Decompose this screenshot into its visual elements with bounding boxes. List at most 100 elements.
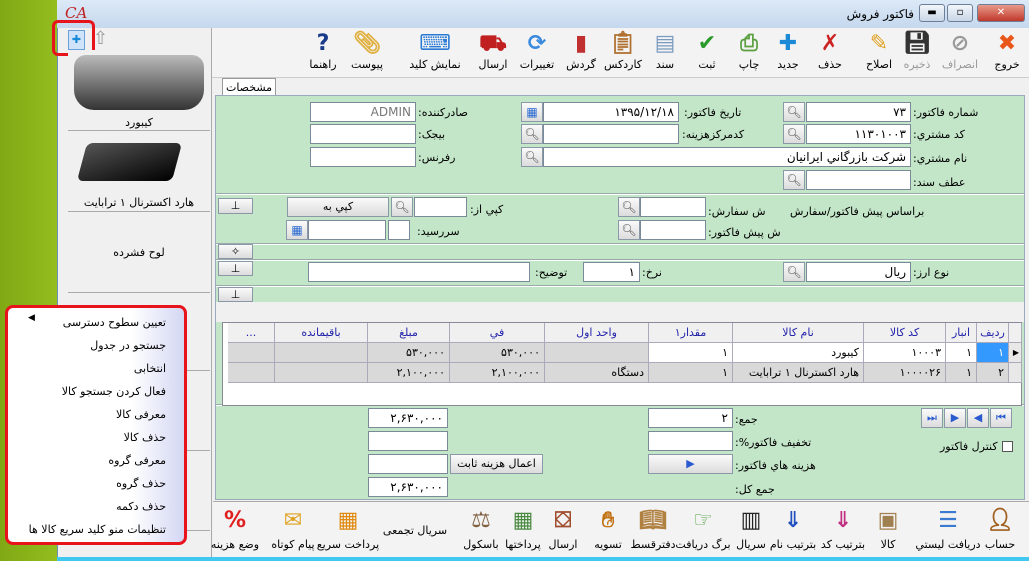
row-indicator[interactable]: ▶ <box>1009 343 1022 363</box>
search-icon[interactable]: 🔍︎ <box>391 197 413 217</box>
context-menu-item[interactable]: معرفی گروه <box>108 454 166 467</box>
maximize-button[interactable]: ▫ <box>947 4 973 22</box>
cost-center-input[interactable] <box>543 124 679 144</box>
bottom-button-accountant[interactable]: 👤︎ حساب <box>977 504 1023 558</box>
search-icon[interactable]: 🔍︎ <box>618 220 640 240</box>
grid-cell[interactable]: ۵۳۰,۰۰۰ <box>450 343 545 363</box>
context-menu-item[interactable]: جستجو در جدول <box>90 339 166 352</box>
pin-button[interactable]: ⊥ <box>218 261 253 276</box>
grid-header[interactable]: کد کالا <box>864 323 946 343</box>
grid-header[interactable]: في <box>450 323 545 343</box>
prev-record-button[interactable]: ◀ <box>967 408 989 428</box>
invoice-date-input[interactable]: ۱۳۹۵/۱۲/۱۸ <box>543 102 679 122</box>
search-icon[interactable]: 🔍︎ <box>783 262 805 282</box>
bijak-input[interactable] <box>310 124 416 144</box>
doc-ref-input[interactable] <box>806 170 911 190</box>
reference-input[interactable] <box>310 147 416 167</box>
bottom-button-list-receive[interactable]: ☰ دریافت لیستي <box>915 504 980 558</box>
toolbar-button-paperclip[interactable]: 📎︎ پیوست <box>347 30 387 78</box>
close-button[interactable]: ✕ <box>977 4 1025 22</box>
bottom-button-percent[interactable]: % وضع هزینه <box>211 504 259 558</box>
grid-header[interactable]: نام کالا <box>733 323 864 343</box>
grid-cell[interactable] <box>228 363 275 383</box>
grid-cell[interactable] <box>228 343 275 363</box>
search-icon[interactable]: 🔍︎ <box>521 147 543 167</box>
search-icon[interactable]: 🔍︎ <box>618 197 640 217</box>
grid-header[interactable]: ... <box>228 323 275 343</box>
bottom-button-serial-aggregate[interactable]: سریال تجمعی <box>383 504 462 558</box>
grid-header[interactable]: رديف <box>977 323 1009 343</box>
grid-cell[interactable]: ۲ <box>977 363 1009 383</box>
grid-header[interactable]: باقيمانده <box>275 323 368 343</box>
due-days-input[interactable] <box>388 220 410 240</box>
context-menu-item[interactable]: معرفی کالا <box>116 408 166 421</box>
tile-external-hdd[interactable]: هارد اکسترنال ۱ ترابایت <box>68 131 210 212</box>
grid-cell[interactable]: ۱ <box>649 363 733 383</box>
grid-header[interactable]: انبار <box>946 323 977 343</box>
context-menu-item[interactable]: تنظیمات منو کلید سریع کالا ها <box>29 523 166 536</box>
search-icon[interactable]: 🔍︎ <box>783 102 805 122</box>
grid-cell[interactable]: ۱۰۰۰۳ <box>864 343 946 363</box>
first-record-button[interactable]: ⏮ <box>990 408 1012 428</box>
customer-name-input[interactable]: شرکت بازرگاني ايرانيان <box>543 147 911 167</box>
grid-header[interactable]: مبلغ <box>368 323 450 343</box>
context-menu-item[interactable]: حذف گروه <box>116 477 166 490</box>
toolbar-button-bar-chart[interactable]: ▮ گردش <box>561 30 601 78</box>
discount-input[interactable] <box>648 431 733 451</box>
due-date-input[interactable] <box>308 220 386 240</box>
search-icon[interactable]: 🔍︎ <box>521 124 543 144</box>
grid-header[interactable]: واحد اول <box>545 323 649 343</box>
grid-cell[interactable] <box>275 343 368 363</box>
context-menu-item[interactable]: حذف کالا <box>124 431 166 444</box>
toolbar-button-keyboard[interactable]: ⌨ نمایش کلید <box>409 30 460 78</box>
add-item-button[interactable]: ✚ <box>68 30 85 50</box>
apply-fixed-cost-button[interactable]: اعمال هزینه ثابت <box>450 454 543 474</box>
search-icon[interactable]: 🔍︎ <box>783 170 805 190</box>
calendar-icon[interactable]: ▦ <box>521 102 543 122</box>
toolbar-button-help[interactable]: ? راهنما <box>303 30 343 78</box>
grid-cell[interactable] <box>275 363 368 383</box>
invoice-no-input[interactable]: ۷۳ <box>806 102 911 122</box>
grid-cell[interactable]: ۱ <box>946 363 977 383</box>
description-input[interactable] <box>308 262 530 282</box>
pin-button[interactable]: ✧ <box>218 244 253 259</box>
grid-cell[interactable]: ۱ <box>649 343 733 363</box>
bottom-button-pos-terminal[interactable]: ▦ پرداخت سریع <box>317 504 379 558</box>
proforma-no-input[interactable] <box>640 220 706 240</box>
bottom-button-scale[interactable]: ⚖ باسکول <box>458 504 504 558</box>
minimize-button[interactable]: ▬ <box>919 4 945 22</box>
costs-expand-button[interactable]: ▶ <box>648 454 733 474</box>
pin-button[interactable]: ⊥ <box>218 198 253 214</box>
tab-details[interactable]: مشخصات <box>222 78 276 96</box>
toolbar-button-edit-pencil[interactable]: ✎ اصلاح <box>859 30 899 78</box>
search-icon[interactable]: 🔍︎ <box>783 124 805 144</box>
order-no-input[interactable] <box>640 197 706 217</box>
currency-input[interactable]: ريال <box>806 262 911 282</box>
pin-button[interactable]: ⊥ <box>218 287 253 302</box>
grid-cell[interactable]: ۲,۱۰۰,۰۰۰ <box>368 363 450 383</box>
invoice-control-checkbox[interactable] <box>1002 441 1013 452</box>
grid-header[interactable]: مقدار۱ <box>649 323 733 343</box>
tile-cd[interactable]: لوح فشرده <box>68 212 210 293</box>
context-menu-item[interactable]: تعیین سطوح دسترسی <box>63 316 166 329</box>
toolbar-button-truck[interactable]: ⛟ ارسال <box>473 30 513 78</box>
customer-code-input[interactable]: ۱۱۳۰۱۰۰۳ <box>806 124 911 144</box>
tile-keyboard[interactable]: کیبورد <box>68 50 210 131</box>
grid-cell[interactable]: ۵۳۰,۰۰۰ <box>368 343 450 363</box>
copy-to-button[interactable]: کپي به <box>287 197 389 217</box>
issuer-input[interactable]: ADMIN <box>310 102 416 122</box>
grid-cell[interactable]: ۲,۱۰۰,۰۰۰ <box>450 363 545 383</box>
context-menu-item[interactable]: انتخابی <box>134 362 166 375</box>
rate-input[interactable]: ۱ <box>583 262 640 282</box>
invoice-items-grid[interactable]: رديف انبار کد کالا نام کالا مقدار۱ واحد اول في… <box>222 322 1022 406</box>
grid-cell[interactable] <box>545 343 649 363</box>
grid-cell[interactable]: ۱۰۰۰۰۲۶ <box>864 363 946 383</box>
copy-from-input[interactable] <box>414 197 467 217</box>
bottom-button-sms[interactable]: ✉ پیام کوتاه <box>270 504 316 558</box>
last-record-button[interactable]: ⏭ <box>921 408 943 428</box>
toolbar-button-close-x[interactable]: ✖ خروج <box>987 30 1027 78</box>
up-arrow-button[interactable]: ⇧ <box>93 28 108 49</box>
toolbar-button-refresh[interactable]: ⟳ تغییرات <box>517 30 557 78</box>
grid-cell[interactable]: کیبورد <box>733 343 864 363</box>
context-menu-item[interactable]: حذف دکمه <box>116 500 166 513</box>
